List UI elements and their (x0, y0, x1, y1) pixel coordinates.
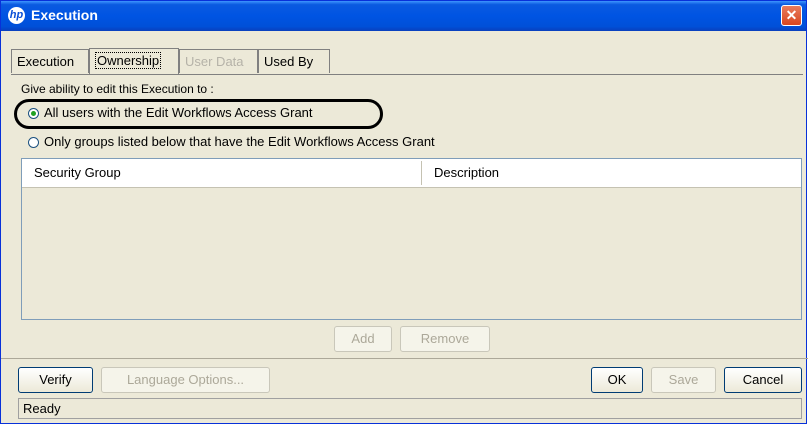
language-options-button[interactable]: Language Options... (101, 367, 270, 393)
close-button[interactable]: ✕ (781, 5, 802, 26)
tab-execution[interactable]: Execution (11, 49, 89, 73)
hp-logo-icon: hp (8, 7, 25, 24)
tab-ownership-label: Ownership (95, 52, 162, 69)
divider (1, 358, 808, 359)
tab-user-data-label: User Data (185, 54, 244, 69)
ok-button[interactable]: OK (591, 367, 643, 393)
ownership-prompt: Give ability to edit this Execution to : (21, 82, 214, 96)
verify-button[interactable]: Verify (18, 367, 93, 393)
radio-only-groups[interactable] (28, 137, 39, 148)
column-description[interactable]: Description (422, 159, 802, 187)
tab-user-data: User Data (179, 49, 258, 73)
tab-used-by[interactable]: Used By (258, 49, 330, 73)
close-icon: ✕ (785, 7, 798, 23)
radio-selected-dot (31, 111, 36, 116)
radio-all-users[interactable] (28, 108, 39, 119)
radio-all-users-label[interactable]: All users with the Edit Workflows Access… (44, 105, 313, 120)
execution-dialog: hp Execution ✕ Execution Ownership User … (0, 0, 808, 424)
tab-used-by-label: Used By (264, 54, 314, 69)
radio-only-groups-label[interactable]: Only groups listed below that have the E… (44, 134, 435, 149)
security-group-table[interactable]: Security Group Description (21, 158, 802, 320)
add-button[interactable]: Add (334, 326, 392, 352)
window-title: Execution (31, 7, 98, 23)
status-bar: Ready (18, 398, 802, 419)
cancel-button[interactable]: Cancel (724, 367, 802, 393)
table-header: Security Group Description (22, 159, 801, 188)
tab-ownership[interactable]: Ownership (89, 48, 179, 74)
remove-button[interactable]: Remove (400, 326, 490, 352)
save-button[interactable]: Save (651, 367, 716, 393)
title-bar[interactable]: hp Execution ✕ (1, 1, 806, 31)
tab-execution-label: Execution (17, 54, 75, 69)
column-security-group[interactable]: Security Group (22, 159, 421, 187)
